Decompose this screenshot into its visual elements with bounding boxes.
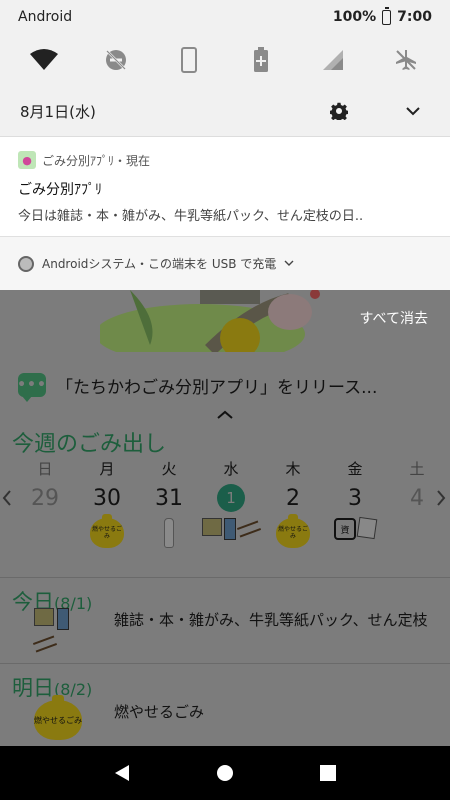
tomorrow-label: 明日 — [12, 676, 54, 700]
app-background: すべて消去 ••• 「たちかわごみ分別アプリ」をリリース... 今週のごみ出し … — [0, 290, 450, 746]
magazine-bundle-icon — [34, 608, 54, 626]
next-week-chevron-icon[interactable] — [436, 490, 446, 511]
tomorrow-garbage-text: 燃やせるごみ — [114, 703, 205, 721]
day-number: 31 — [155, 485, 183, 511]
banner-illustration — [100, 290, 320, 352]
auto-rotate-icon[interactable] — [173, 44, 205, 76]
status-bar: Android 100% 7:00 — [0, 0, 450, 34]
system-navigation-bar — [0, 746, 450, 800]
tomorrow-section[interactable]: 明日(8/2) 燃やせるごみ 燃やせるごみ — [0, 663, 450, 746]
burnable-garbage-bag-icon: 燃やせるごみ — [34, 695, 82, 740]
chevron-down-icon — [284, 260, 294, 266]
quick-settings-row — [0, 34, 450, 86]
airplane-mode-icon[interactable] — [390, 44, 422, 76]
calendar-day[interactable]: 2 燃やせるごみ — [262, 482, 324, 574]
battery-charging-icon — [382, 6, 392, 25]
calendar-day[interactable]: 29 — [14, 482, 76, 574]
weekday-label: 水 — [223, 460, 239, 478]
collapse-handle[interactable] — [0, 410, 450, 426]
week-title: 今週のごみ出し — [12, 432, 167, 457]
wifi-icon[interactable] — [28, 44, 60, 76]
pruned-branches-icon — [32, 635, 58, 653]
weekday-label: 日 — [37, 460, 53, 478]
magazine-bundle-icon — [202, 518, 222, 536]
day-number: 3 — [348, 485, 362, 511]
cellular-signal-icon[interactable] — [317, 44, 349, 76]
notification-card[interactable]: ● ごみ分別ｱﾌﾟﾘ・現在 ごみ分別ｱﾌﾟﾘ 今日は雑誌・本・雑がみ、牛乳等紙パ… — [0, 136, 450, 236]
settings-gear-icon[interactable] — [322, 94, 356, 128]
notification-app-name: ごみ分別ｱﾌﾟﾘ・現在 — [42, 153, 151, 168]
clear-all-button[interactable]: すべて消去 — [360, 308, 428, 328]
recyclables-icon: 資 — [334, 518, 356, 540]
week-calendar: 29 30 燃やせるごみ 31 1 2 燃やせるごみ 3 資 4 — [0, 482, 450, 574]
news-banner[interactable]: ••• 「たちかわごみ分別アプリ」をリリース... — [0, 360, 450, 410]
usb-notification-text: Androidシステム・この端末を USB で充電 — [42, 257, 277, 271]
milk-carton-icon — [224, 518, 236, 540]
home-circle-icon[interactable] — [205, 753, 245, 793]
notification-title: ごみ分別ｱﾌﾟﾘ — [18, 182, 102, 198]
pet-bottle-icon — [164, 518, 174, 548]
battery-saver-icon[interactable] — [245, 44, 277, 76]
day-number: 4 — [410, 485, 424, 511]
calendar-day[interactable]: 31 — [138, 482, 200, 574]
day-number: 30 — [93, 485, 121, 511]
clock: 7:00 — [397, 9, 432, 25]
pruned-branches-icon — [236, 520, 262, 538]
news-text: 「たちかわごみ分別アプリ」をリリース... — [56, 377, 378, 398]
weekday-label: 火 — [161, 460, 177, 478]
do-not-disturb-off-icon[interactable] — [100, 44, 132, 76]
calendar-day-today[interactable]: 1 — [200, 482, 262, 574]
prev-week-chevron-icon[interactable] — [2, 490, 12, 511]
weekday-header: 日 月 火 水 木 金 土 — [0, 458, 450, 482]
weekday-label: 月 — [99, 460, 115, 478]
newspaper-icon — [356, 516, 378, 540]
calendar-day[interactable]: 3 資 — [324, 482, 386, 574]
milk-carton-icon — [57, 608, 69, 630]
chevron-up-icon — [217, 410, 233, 419]
battery-percent: 100% — [332, 9, 377, 25]
today-garbage-text: 雑誌・本・雑がみ、牛乳等紙パック、せん定枝 — [114, 611, 428, 629]
weekday-label: 金 — [347, 460, 363, 478]
calendar-day[interactable]: 30 燃やせるごみ — [76, 482, 138, 574]
back-triangle-icon[interactable] — [102, 753, 142, 793]
usb-charging-notification[interactable]: Androidシステム・この端末を USB で充電 — [0, 236, 450, 290]
notification-text: 今日は雑誌・本・雑がみ、牛乳等紙パック、せん定枝の日.. — [18, 209, 364, 224]
burnable-garbage-bag-icon: 燃やせるごみ — [90, 514, 124, 548]
chat-bubble-icon: ••• — [17, 373, 46, 402]
shade-date: 8月1日(水) — [20, 102, 96, 121]
expand-chevron-icon[interactable] — [396, 94, 430, 128]
recents-square-icon[interactable] — [308, 753, 348, 793]
burnable-garbage-bag-icon: 燃やせるごみ — [276, 514, 310, 548]
day-number: 29 — [31, 485, 59, 511]
weekday-label: 土 — [409, 460, 425, 478]
day-number: 2 — [286, 485, 300, 511]
android-system-icon — [18, 255, 34, 272]
day-number-today: 1 — [217, 484, 245, 512]
carrier-label: Android — [18, 9, 73, 25]
today-section[interactable]: 今日(8/1) 雑誌・本・雑がみ、牛乳等紙パック、せん定枝 — [0, 577, 450, 663]
garbage-app-icon: ● — [18, 151, 36, 169]
weekday-label: 木 — [285, 460, 301, 478]
notification-shade: Android 100% 7:00 8月1日(水) — [0, 0, 450, 136]
shade-date-row: 8月1日(水) — [0, 86, 450, 136]
